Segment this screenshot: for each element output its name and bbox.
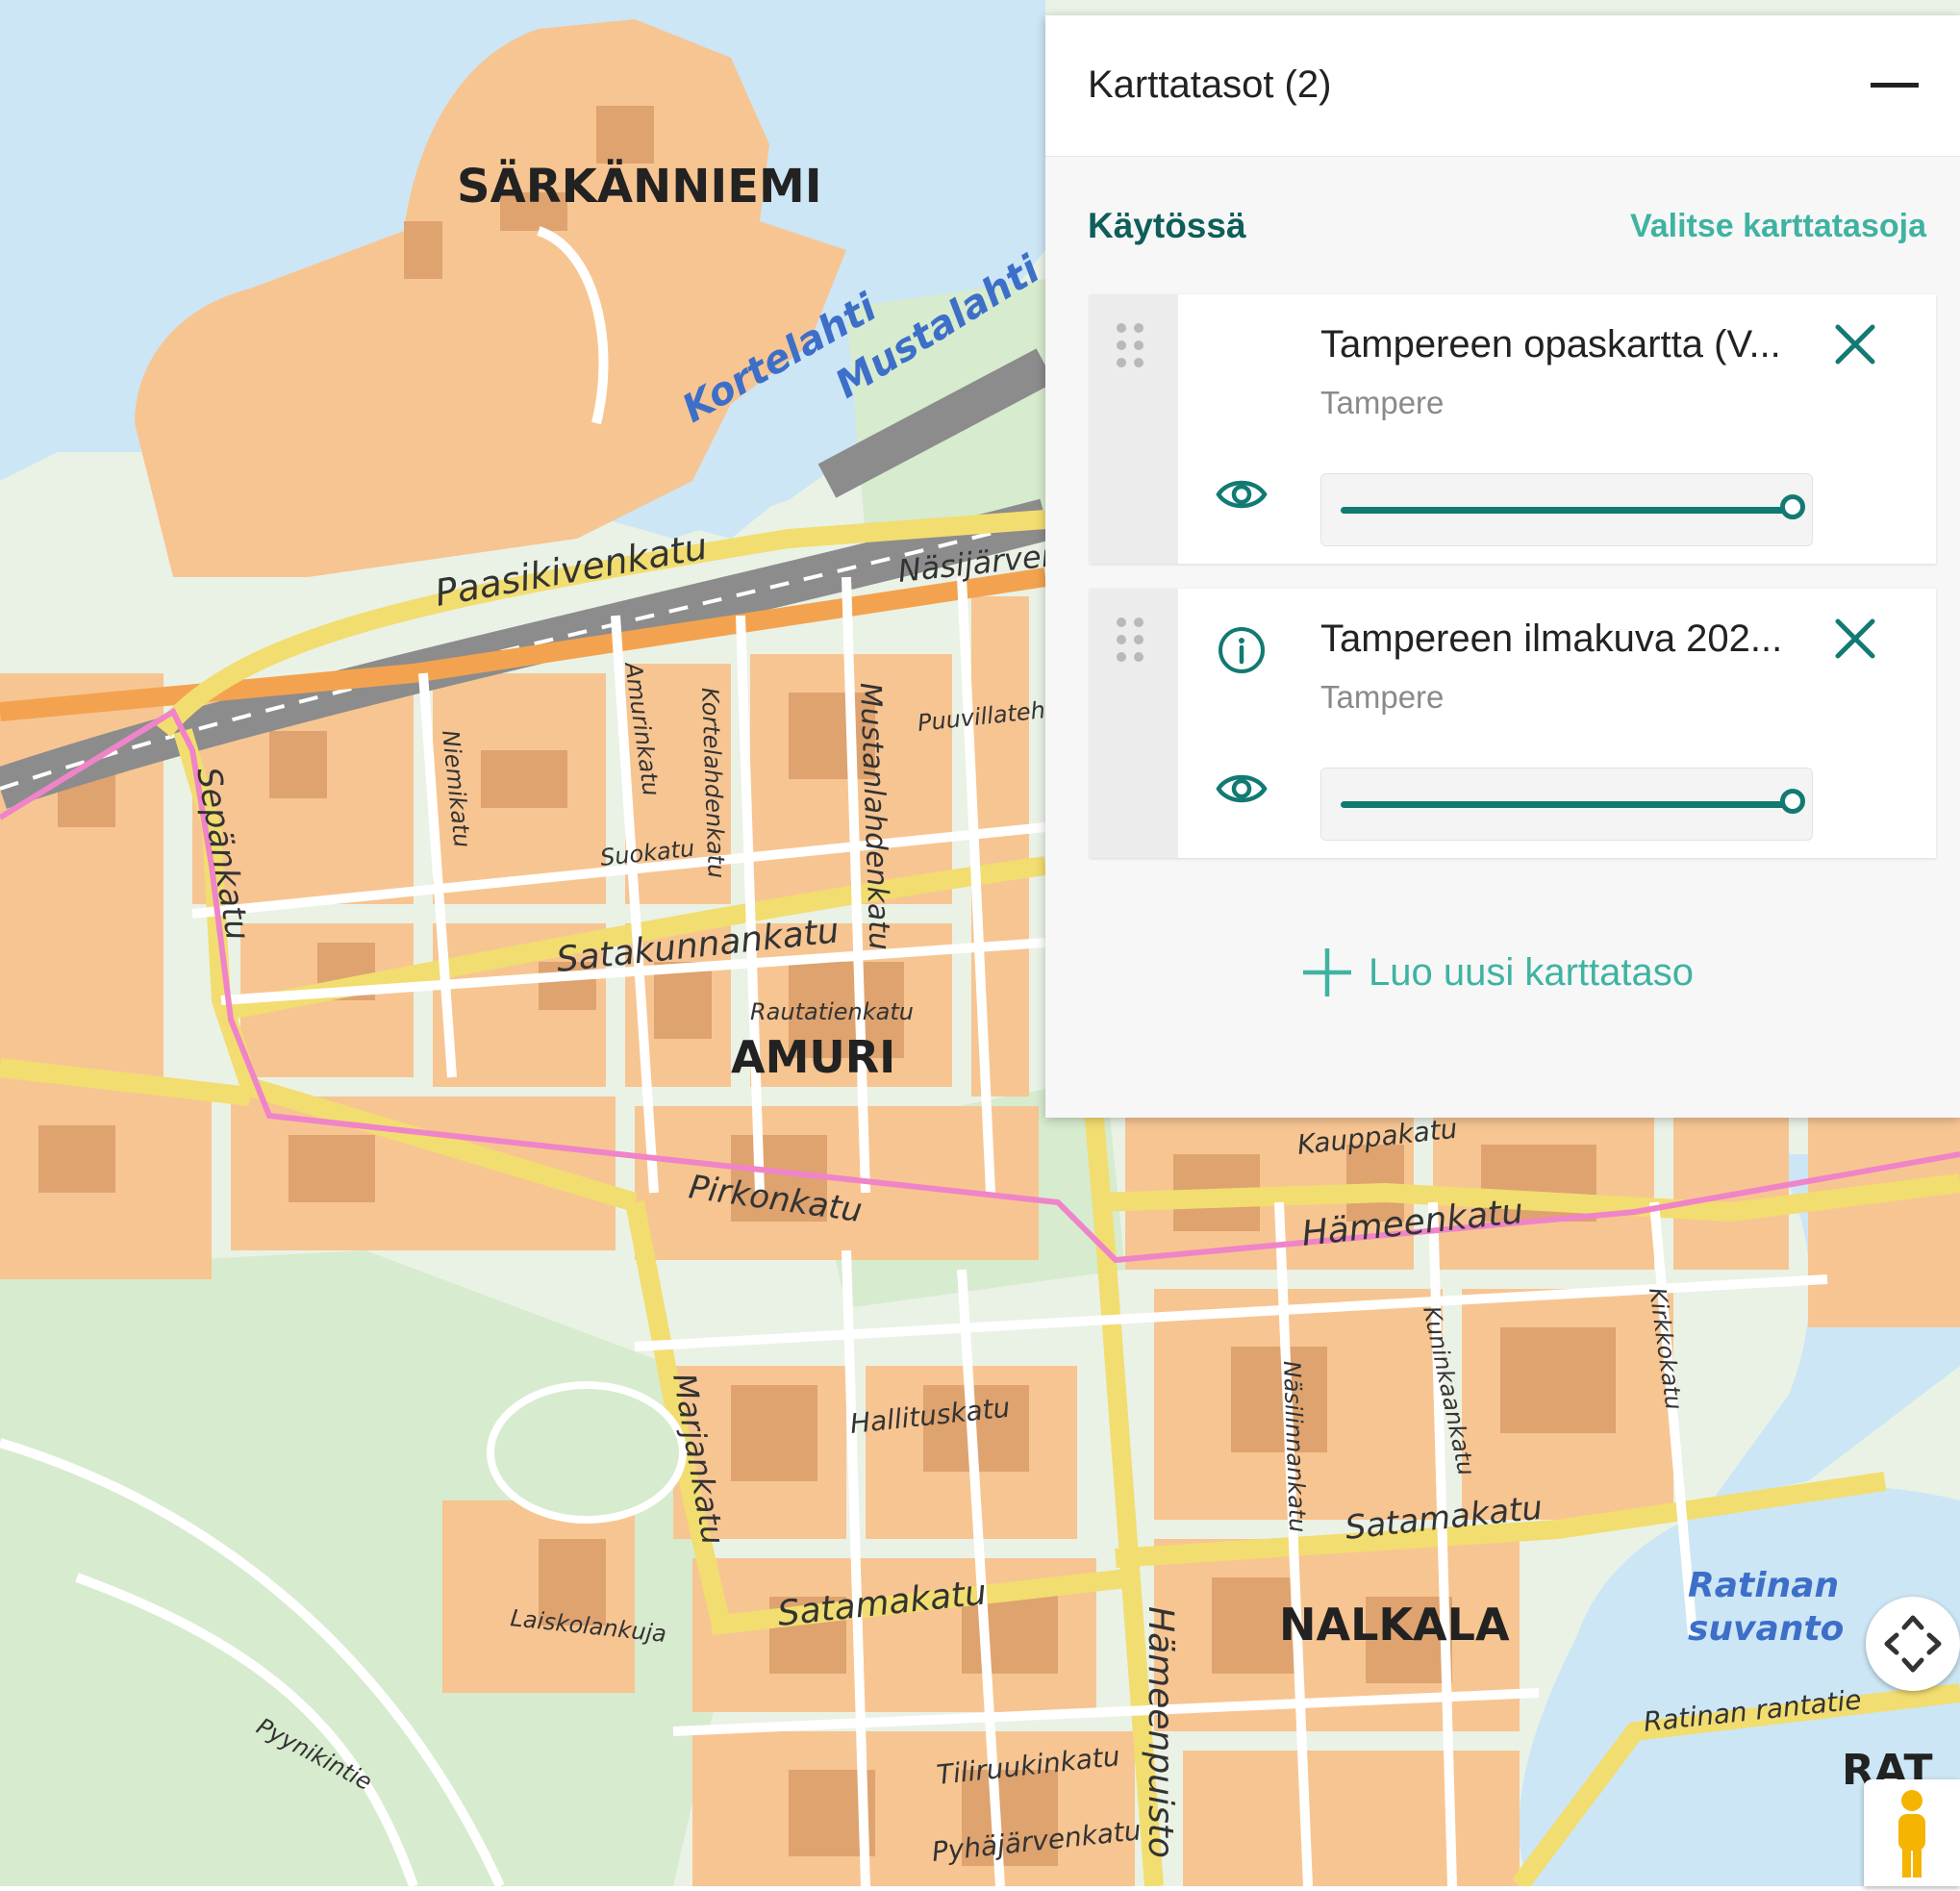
opacity-slider-fill <box>1341 801 1793 808</box>
plus-icon <box>1303 948 1351 996</box>
street-view-pegman-icon[interactable] <box>1864 1779 1960 1886</box>
drag-column <box>1090 294 1178 564</box>
close-icon[interactable] <box>1828 317 1882 371</box>
opacity-slider[interactable] <box>1320 473 1813 546</box>
district-label: SÄRKÄNNIEMI <box>457 159 822 214</box>
layer-card: Tampereen ilmakuva 202... Tampere <box>1090 589 1936 858</box>
add-layer-label: Luo uusi karttataso <box>1369 950 1694 994</box>
layer-source: Tampere <box>1320 385 1445 420</box>
add-layer-button[interactable]: Luo uusi karttataso <box>1299 939 1694 1006</box>
close-icon[interactable] <box>1828 612 1882 666</box>
panel-header: Karttatasot (2) <box>1045 15 1960 157</box>
opacity-slider-fill <box>1341 507 1793 514</box>
street-label: Hämeenpuisto <box>1141 1606 1180 1858</box>
opacity-slider-thumb[interactable] <box>1780 789 1805 814</box>
layer-name: Tampereen ilmakuva 202... <box>1320 618 1783 660</box>
opacity-slider[interactable] <box>1320 768 1813 841</box>
layer-card: Tampereen opaskartta (V... Tampere <box>1090 294 1936 564</box>
district-label: AMURI <box>731 1031 895 1083</box>
map-layers-panel: Karttatasot (2) Käytössä Valitse karttat… <box>1045 15 1960 1118</box>
water-label: suvanto <box>1688 1609 1844 1649</box>
drag-handle-icon[interactable] <box>1111 319 1149 371</box>
water-label: Ratinan <box>1688 1566 1839 1605</box>
info-icon[interactable] <box>1215 623 1269 677</box>
layer-name: Tampereen opaskartta (V... <box>1320 323 1781 366</box>
drag-column <box>1090 589 1178 858</box>
select-layers-link[interactable]: Valitse karttatasoja <box>1630 208 1926 245</box>
eye-icon[interactable] <box>1215 467 1269 521</box>
drag-handle-icon[interactable] <box>1111 614 1149 666</box>
layer-source: Tampere <box>1320 679 1445 715</box>
section-label-active: Käytössä <box>1088 206 1246 245</box>
opacity-slider-thumb[interactable] <box>1780 494 1805 519</box>
recenter-icon[interactable] <box>1866 1597 1960 1691</box>
street-label: Rautatienkatu <box>750 998 914 1025</box>
panel-title: Karttatasot (2) <box>1088 63 1332 106</box>
minimize-icon[interactable] <box>1871 83 1919 88</box>
eye-icon[interactable] <box>1215 762 1269 816</box>
district-label: NALKALA <box>1279 1599 1510 1651</box>
